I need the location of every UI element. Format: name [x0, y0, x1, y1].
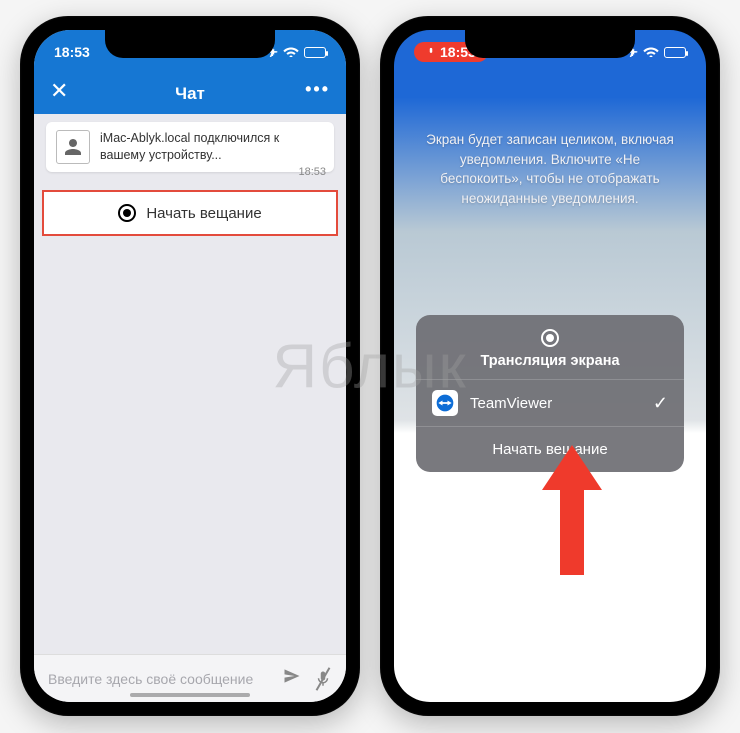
- message-text: iMac-Ablyk.local подключился к вашему ус…: [100, 130, 324, 164]
- app-name-label: TeamViewer: [470, 395, 641, 412]
- page-title: Чат: [175, 84, 205, 104]
- wifi-icon: [283, 44, 299, 60]
- teamviewer-icon: [432, 390, 458, 416]
- screen-left: 18:53 ✈ ✕ Чат ••• iMac-Ablyk.local подкл…: [34, 30, 346, 702]
- broadcast-label: Начать вещание: [146, 205, 261, 222]
- mic-muted-icon[interactable]: [314, 670, 332, 688]
- screen-right: 18:53 ✈ Экран будет записан целиком, вкл…: [394, 30, 706, 702]
- message-time: 18:53: [298, 166, 326, 178]
- more-button[interactable]: •••: [305, 79, 330, 100]
- close-button[interactable]: ✕: [50, 78, 68, 104]
- start-broadcast-button[interactable]: Начать вещание: [42, 190, 338, 236]
- wifi-icon: [643, 44, 659, 60]
- battery-icon: [304, 47, 326, 58]
- recording-info-text: Экран будет записан целиком, включая уве…: [424, 130, 676, 208]
- home-indicator[interactable]: [490, 693, 610, 697]
- battery-icon: [664, 47, 686, 58]
- notch: [465, 30, 635, 58]
- phone-frame-left: 18:53 ✈ ✕ Чат ••• iMac-Ablyk.local подкл…: [20, 16, 360, 716]
- checkmark-icon: ✓: [653, 393, 668, 414]
- status-indicators: ✈: [266, 44, 326, 61]
- system-message: iMac-Ablyk.local подключился к вашему ус…: [46, 122, 334, 172]
- record-icon: [541, 329, 559, 347]
- avatar-icon: [56, 130, 90, 164]
- sheet-title: Трансляция экрана: [480, 353, 619, 369]
- record-icon: [118, 204, 136, 222]
- sheet-header: Трансляция экрана: [416, 315, 684, 380]
- message-input[interactable]: Введите здесь своё сообщение: [48, 671, 270, 687]
- status-indicators: ✈: [626, 44, 686, 61]
- annotation-arrow: [527, 445, 617, 580]
- notch: [105, 30, 275, 58]
- phone-frame-right: 18:53 ✈ Экран будет записан целиком, вкл…: [380, 16, 720, 716]
- status-time: 18:53: [54, 44, 90, 60]
- send-icon[interactable]: [282, 666, 302, 691]
- home-indicator[interactable]: [130, 693, 250, 697]
- broadcast-app-row[interactable]: TeamViewer ✓: [416, 380, 684, 427]
